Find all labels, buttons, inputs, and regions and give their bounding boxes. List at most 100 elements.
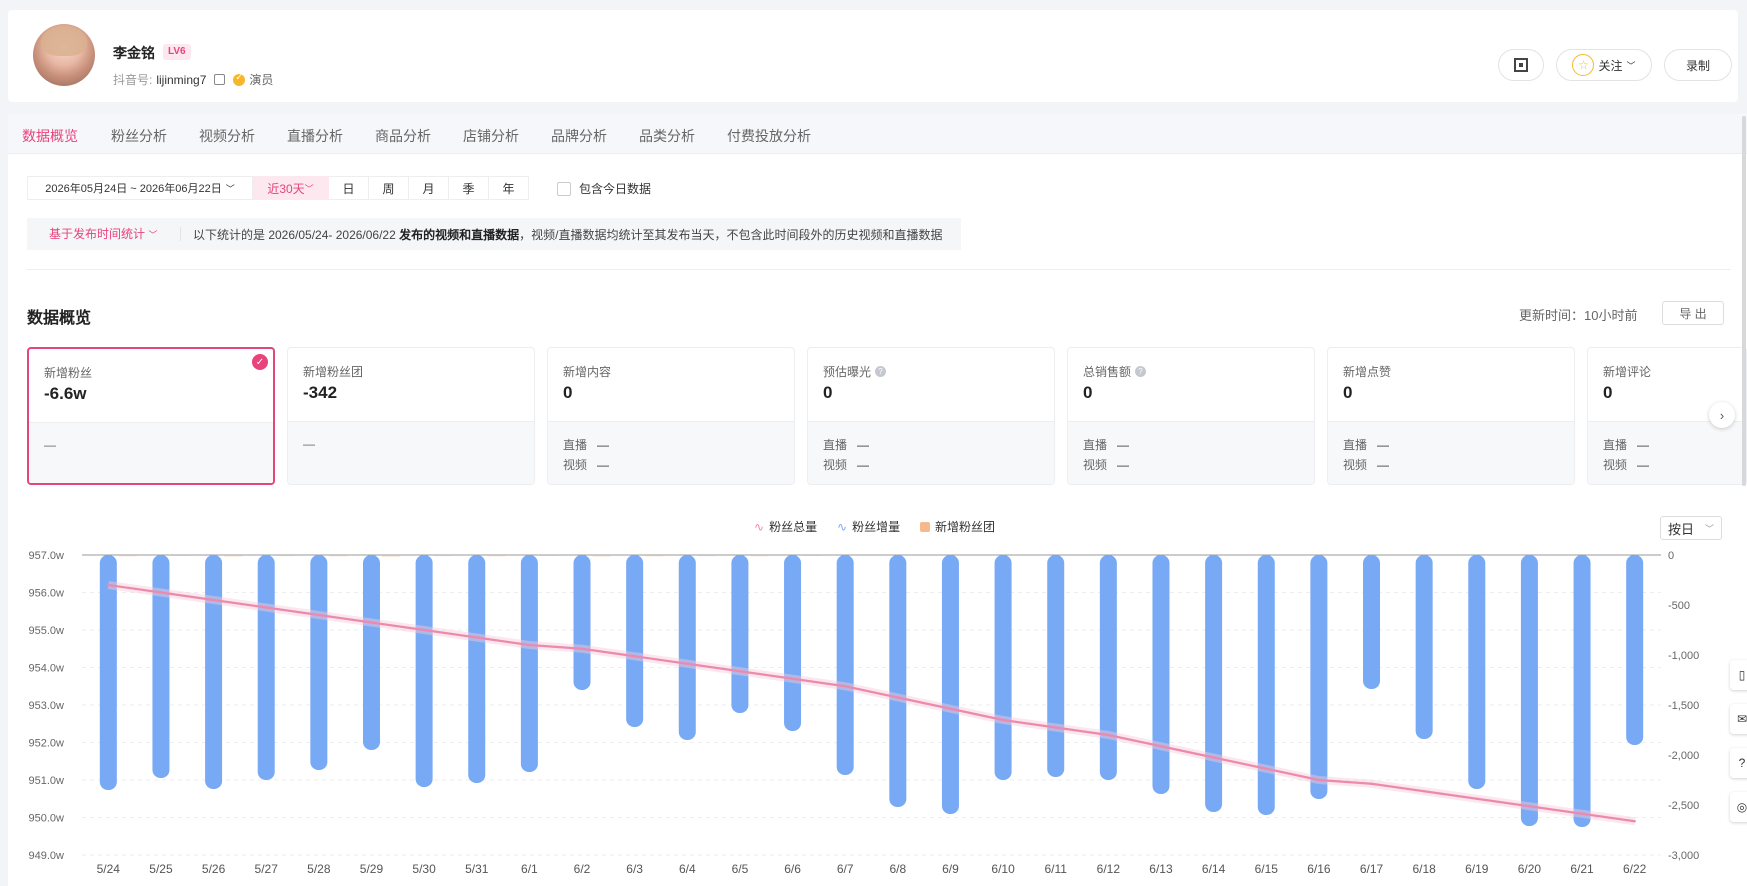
line-point bbox=[633, 655, 636, 658]
y-right-tick-label: -2,500 bbox=[1668, 800, 1699, 812]
y-right-tick-label: -500 bbox=[1668, 600, 1690, 612]
fan-group-bar bbox=[118, 555, 137, 557]
line-point bbox=[422, 628, 426, 632]
bar bbox=[573, 555, 591, 690]
line-point bbox=[107, 583, 110, 587]
bar bbox=[1099, 555, 1117, 780]
bar bbox=[1626, 555, 1644, 745]
line-point bbox=[738, 670, 742, 673]
bar bbox=[678, 555, 696, 740]
x-tick-label: 6/13 bbox=[1149, 862, 1173, 876]
line-point bbox=[1054, 726, 1057, 729]
line-point bbox=[528, 643, 531, 647]
y-right-tick-label: -3,000 bbox=[1668, 850, 1699, 862]
y-left-tick-label: 954.0w bbox=[29, 663, 65, 675]
bar bbox=[310, 555, 328, 770]
help-icon[interactable]: ? bbox=[1730, 748, 1747, 778]
follow-label: 关注 bbox=[1598, 58, 1623, 73]
line-point bbox=[1107, 733, 1110, 737]
bar bbox=[784, 555, 802, 731]
profile-card: 李金铭 LV6 抖音号: lijinming7 演员 ☆ 关注 ﹀ 录制 bbox=[8, 10, 1738, 102]
profile-name: 李金铭 bbox=[113, 45, 155, 61]
qrcode-icon bbox=[1514, 58, 1528, 72]
mail-icon[interactable]: ✉ bbox=[1730, 704, 1747, 734]
profile-role: 演员 bbox=[249, 73, 274, 87]
bar bbox=[415, 555, 433, 787]
level-badge: LV6 bbox=[163, 44, 191, 60]
y-left-tick-label: 955.0w bbox=[29, 625, 65, 637]
line-point bbox=[1212, 756, 1215, 759]
copy-icon[interactable] bbox=[214, 74, 226, 85]
line-point bbox=[1528, 805, 1531, 808]
bar bbox=[889, 555, 907, 807]
line-point bbox=[1422, 790, 1426, 793]
fan-group-bar bbox=[803, 555, 822, 556]
follow-button[interactable]: ☆ 关注 ﹀ bbox=[1556, 49, 1652, 81]
y-right-tick-label: 0 bbox=[1668, 550, 1674, 562]
bar bbox=[1257, 555, 1275, 815]
line-point bbox=[1265, 767, 1268, 770]
line-point bbox=[1370, 782, 1373, 785]
bar bbox=[1363, 555, 1381, 689]
wechat-icon[interactable]: ◎ bbox=[1730, 792, 1747, 822]
x-tick-label: 6/2 bbox=[574, 862, 591, 876]
fans-chart: 957.0w 956.0w 955.0w 954.0w 953.0w 952.0w 951.… bbox=[29, 550, 1700, 876]
x-tick-label: 6/17 bbox=[1360, 862, 1384, 876]
phone-icon[interactable]: ▯ bbox=[1730, 660, 1747, 690]
side-toolbar: ▯ ✉ ? ◎ bbox=[1730, 660, 1747, 836]
bar bbox=[1573, 555, 1591, 827]
x-tick-label: 6/10 bbox=[991, 862, 1015, 876]
bar bbox=[994, 555, 1012, 780]
fan-group-bar bbox=[750, 555, 769, 557]
record-button[interactable]: 录制 bbox=[1664, 49, 1732, 81]
y-left-tick-label: 950.0w bbox=[29, 813, 65, 825]
fan-group-bar bbox=[434, 555, 453, 557]
x-tick-label: 6/4 bbox=[679, 862, 696, 876]
bar bbox=[362, 555, 380, 750]
page: 李金铭 LV6 抖音号: lijinming7 演员 ☆ 关注 ﹀ 录制 数据概… bbox=[0, 0, 1747, 886]
bar bbox=[1310, 555, 1328, 799]
x-tick-label: 5/26 bbox=[202, 862, 226, 876]
x-tick-label: 5/25 bbox=[149, 862, 173, 876]
x-tick-label: 5/31 bbox=[465, 862, 489, 876]
line-point bbox=[1159, 745, 1163, 748]
bar bbox=[257, 555, 275, 780]
douyin-label: 抖音号: bbox=[113, 73, 153, 87]
fan-group-bar bbox=[539, 555, 558, 556]
bar bbox=[1468, 555, 1486, 789]
line-point bbox=[896, 696, 900, 699]
bar bbox=[941, 555, 959, 814]
bar bbox=[1152, 555, 1170, 794]
line-point bbox=[1001, 718, 1005, 722]
x-tick-label: 6/19 bbox=[1465, 862, 1489, 876]
line-point bbox=[212, 598, 215, 602]
bar bbox=[520, 555, 538, 772]
line-point bbox=[475, 636, 478, 639]
x-tick-label: 5/28 bbox=[307, 862, 331, 876]
y-right-tick-label: -1,500 bbox=[1668, 700, 1699, 712]
x-tick-label: 6/1 bbox=[521, 862, 538, 876]
fan-group-bar bbox=[224, 555, 243, 557]
avatar[interactable] bbox=[33, 24, 95, 86]
x-tick-label: 6/15 bbox=[1255, 862, 1279, 876]
x-tick-label: 6/22 bbox=[1623, 862, 1647, 876]
y-right-tick-label: -1,000 bbox=[1668, 650, 1699, 662]
line-point bbox=[686, 662, 689, 665]
x-tick-label: 6/21 bbox=[1570, 862, 1594, 876]
y-left-tick-label: 957.0w bbox=[29, 550, 65, 562]
bar bbox=[205, 555, 223, 789]
line-point bbox=[791, 677, 794, 680]
qrcode-button[interactable] bbox=[1498, 49, 1544, 81]
line-point bbox=[1580, 812, 1584, 815]
line-point bbox=[1633, 820, 1636, 823]
scrollbar[interactable] bbox=[1742, 116, 1746, 486]
y-left-tick-label: 951.0w bbox=[29, 775, 65, 787]
bar bbox=[731, 555, 749, 713]
fan-group-bar bbox=[487, 555, 506, 557]
bar bbox=[1205, 555, 1223, 812]
line-shadow bbox=[107, 581, 1636, 826]
fan-group-bar bbox=[645, 555, 664, 557]
x-tick-label: 6/16 bbox=[1307, 862, 1331, 876]
bar bbox=[626, 555, 644, 727]
line-point bbox=[317, 613, 321, 617]
